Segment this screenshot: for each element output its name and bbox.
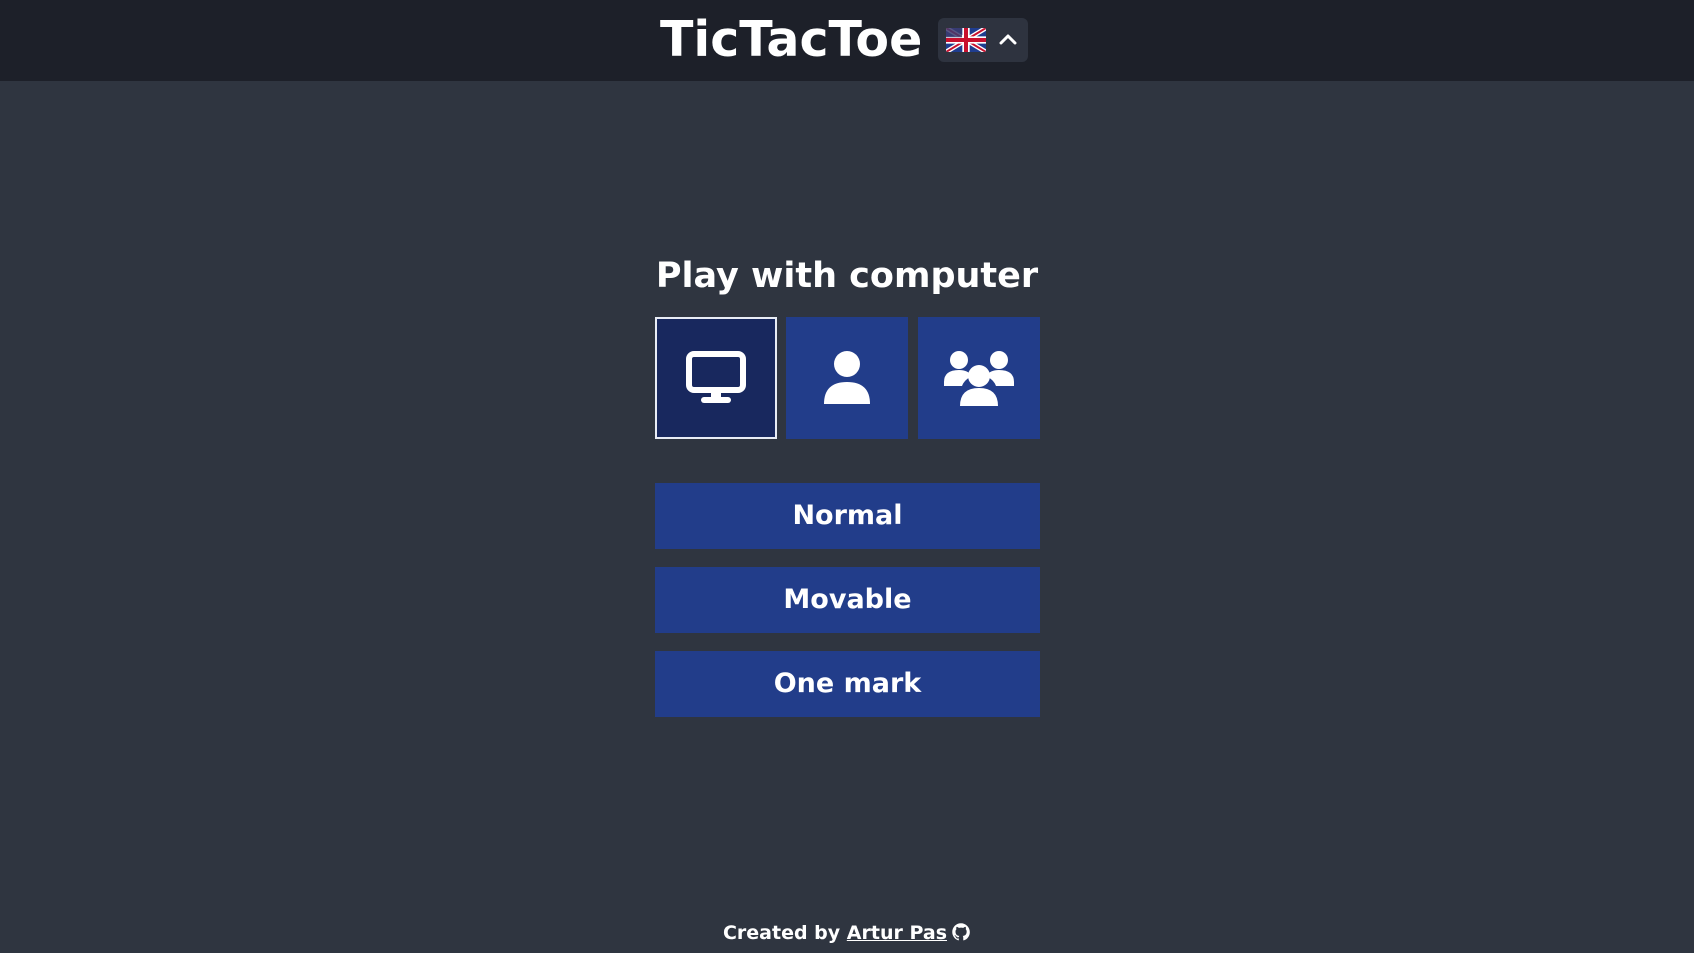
mode-multiplayer-button[interactable] xyxy=(918,317,1040,439)
language-selector[interactable] xyxy=(938,18,1028,62)
github-icon[interactable] xyxy=(951,921,971,941)
mode-computer-button[interactable] xyxy=(655,317,777,439)
computer-icon xyxy=(686,351,746,403)
uk-flag-icon xyxy=(946,28,986,52)
mode-title: Play with computer xyxy=(655,256,1039,296)
variant-movable-button[interactable]: Movable xyxy=(655,567,1040,633)
app-title: TicTacToe xyxy=(660,11,923,68)
footer-created-by: Created by xyxy=(722,922,841,944)
users-group-icon xyxy=(944,351,1014,406)
variant-normal-button[interactable]: Normal xyxy=(655,483,1040,549)
variant-one-mark-button[interactable]: One mark xyxy=(655,651,1040,717)
header-bar: TicTacToe xyxy=(0,0,1694,81)
chevron-up-icon xyxy=(996,28,1020,52)
footer: Created by Artur Pas xyxy=(0,918,1694,948)
user-icon xyxy=(824,351,870,404)
author-link[interactable]: Artur Pas xyxy=(847,922,947,944)
mode-single-player-button[interactable] xyxy=(786,317,908,439)
